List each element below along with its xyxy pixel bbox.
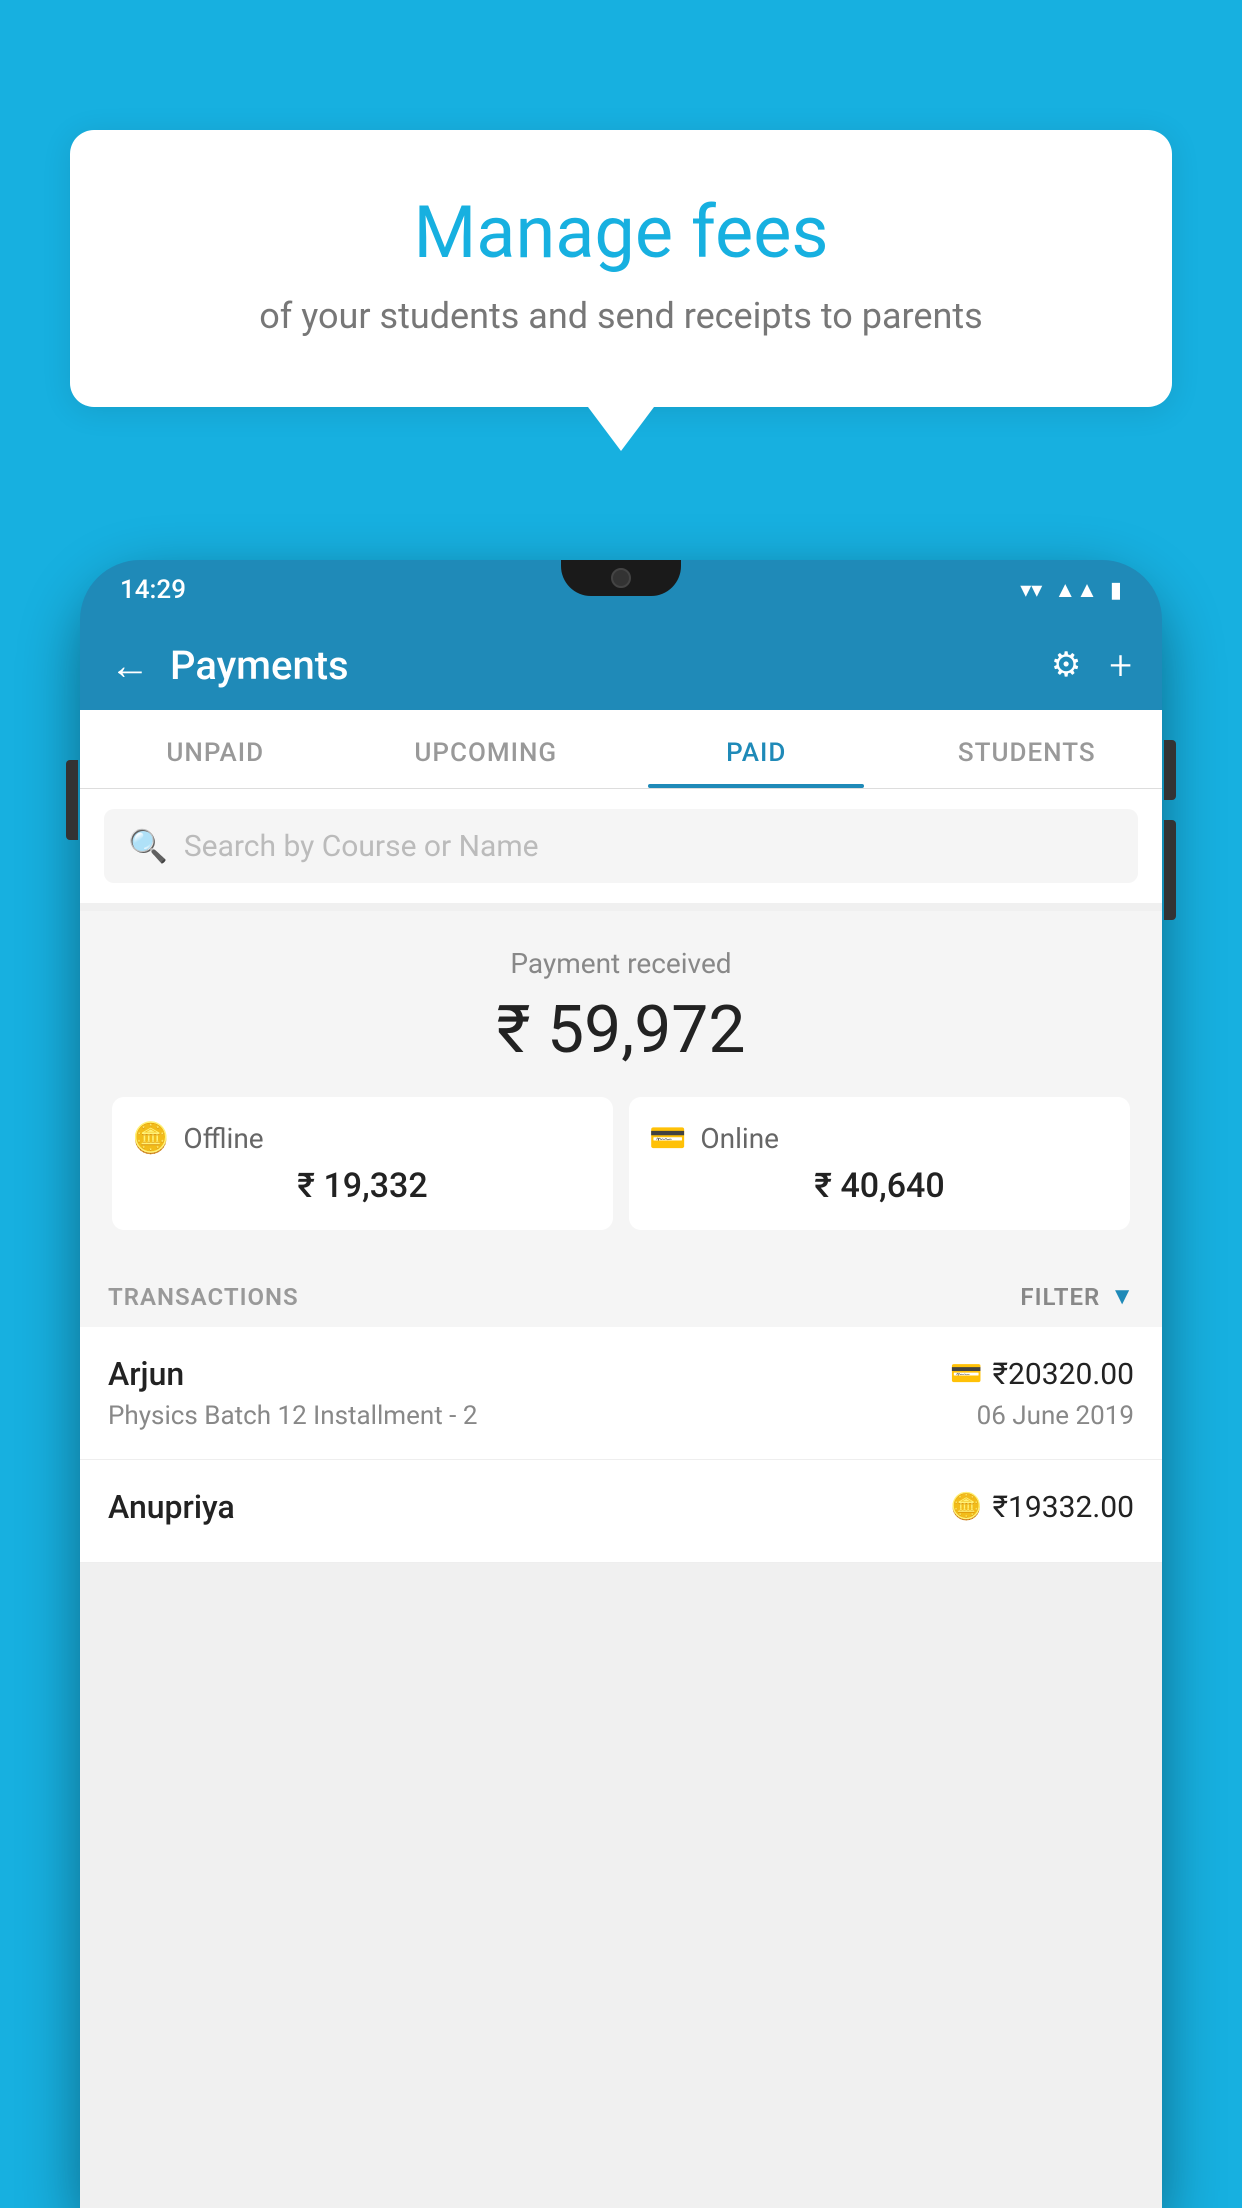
tab-upcoming[interactable]: UPCOMING — [351, 710, 622, 788]
status-bar: 14:29 ▾▾ ▲▲ ▮ — [80, 560, 1162, 620]
tab-students[interactable]: STUDENTS — [892, 710, 1163, 788]
signal-icon: ▲▲ — [1054, 577, 1098, 603]
search-container: 🔍 Search by Course or Name — [80, 789, 1162, 903]
transaction-name-2: Anupriya — [108, 1488, 235, 1526]
bubble-title: Manage fees — [120, 190, 1122, 275]
wifi-icon: ▾▾ — [1020, 578, 1042, 603]
online-payment-icon: 💳 — [950, 1359, 982, 1389]
bubble-subtitle: of your students and send receipts to pa… — [120, 295, 1122, 337]
table-row[interactable]: Arjun 💳 ₹20320.00 Physics Batch 12 Insta… — [80, 1327, 1162, 1460]
offline-label: Offline — [183, 1122, 263, 1155]
transactions-header: TRANSACTIONS FILTER ▼ — [80, 1258, 1162, 1327]
transaction-amount-2: ₹19332.00 — [993, 1490, 1134, 1525]
transaction-name: Arjun — [108, 1355, 184, 1393]
payment-received-label: Payment received — [104, 947, 1138, 980]
online-payment-card: 💳 Online ₹ 40,640 — [629, 1097, 1130, 1230]
online-amount: ₹ 40,640 — [649, 1166, 1110, 1206]
offline-payment-card: 🪙 Offline ₹ 19,332 — [112, 1097, 613, 1230]
table-row[interactable]: Anupriya 🪙 ₹19332.00 — [80, 1460, 1162, 1563]
offline-amount: ₹ 19,332 — [132, 1166, 593, 1206]
speech-bubble: Manage fees of your students and send re… — [70, 130, 1172, 407]
battery-icon: ▮ — [1110, 578, 1122, 603]
offline-icon: 🪙 — [132, 1121, 169, 1156]
tab-paid[interactable]: PAID — [621, 710, 892, 788]
transaction-amount-wrap: 💳 ₹20320.00 — [950, 1357, 1134, 1392]
status-time: 14:29 — [120, 575, 186, 605]
tab-unpaid[interactable]: UNPAID — [80, 710, 351, 788]
payment-cards: 🪙 Offline ₹ 19,332 💳 Online ₹ 40,640 — [112, 1097, 1130, 1230]
filter-label: FILTER — [1020, 1283, 1100, 1311]
filter-icon: ▼ — [1110, 1282, 1134, 1311]
status-icons: ▾▾ ▲▲ ▮ — [1020, 577, 1122, 603]
settings-icon[interactable]: ⚙ — [1051, 645, 1081, 685]
phone-side-button-right-1 — [1164, 740, 1176, 800]
transaction-amount: ₹20320.00 — [993, 1357, 1134, 1392]
offline-payment-icon: 🪙 — [950, 1492, 982, 1522]
search-bar[interactable]: 🔍 Search by Course or Name — [104, 809, 1138, 883]
payment-total-amount: ₹ 59,972 — [104, 992, 1138, 1069]
phone-side-button-left — [66, 760, 78, 840]
transaction-amount-wrap-2: 🪙 ₹19332.00 — [950, 1490, 1134, 1525]
header-icons: ⚙ + — [1051, 642, 1132, 689]
transaction-course: Physics Batch 12 Installment - 2 — [108, 1401, 477, 1431]
payment-summary: Payment received ₹ 59,972 🪙 Offline ₹ 19… — [80, 911, 1162, 1258]
transactions-label: TRANSACTIONS — [108, 1283, 299, 1311]
phone-screen: UNPAID UPCOMING PAID STUDENTS 🔍 Search b… — [80, 710, 1162, 2208]
header-title: Payments — [170, 642, 1031, 689]
phone-side-button-right-2 — [1164, 820, 1176, 920]
phone-shell: 14:29 ▾▾ ▲▲ ▮ ← Payments ⚙ + UNPAID UPCO… — [80, 560, 1162, 2208]
search-icon: 🔍 — [128, 827, 168, 865]
transaction-date: 06 June 2019 — [977, 1401, 1134, 1431]
online-label: Online — [700, 1122, 779, 1155]
back-button[interactable]: ← — [110, 642, 150, 689]
tabs-bar: UNPAID UPCOMING PAID STUDENTS — [80, 710, 1162, 789]
filter-button[interactable]: FILTER ▼ — [1020, 1282, 1134, 1311]
search-input[interactable]: Search by Course or Name — [184, 829, 539, 864]
app-header: ← Payments ⚙ + — [80, 620, 1162, 710]
add-button[interactable]: + — [1109, 642, 1132, 689]
front-camera — [611, 568, 631, 588]
phone-notch — [561, 560, 681, 596]
online-icon: 💳 — [649, 1121, 686, 1156]
